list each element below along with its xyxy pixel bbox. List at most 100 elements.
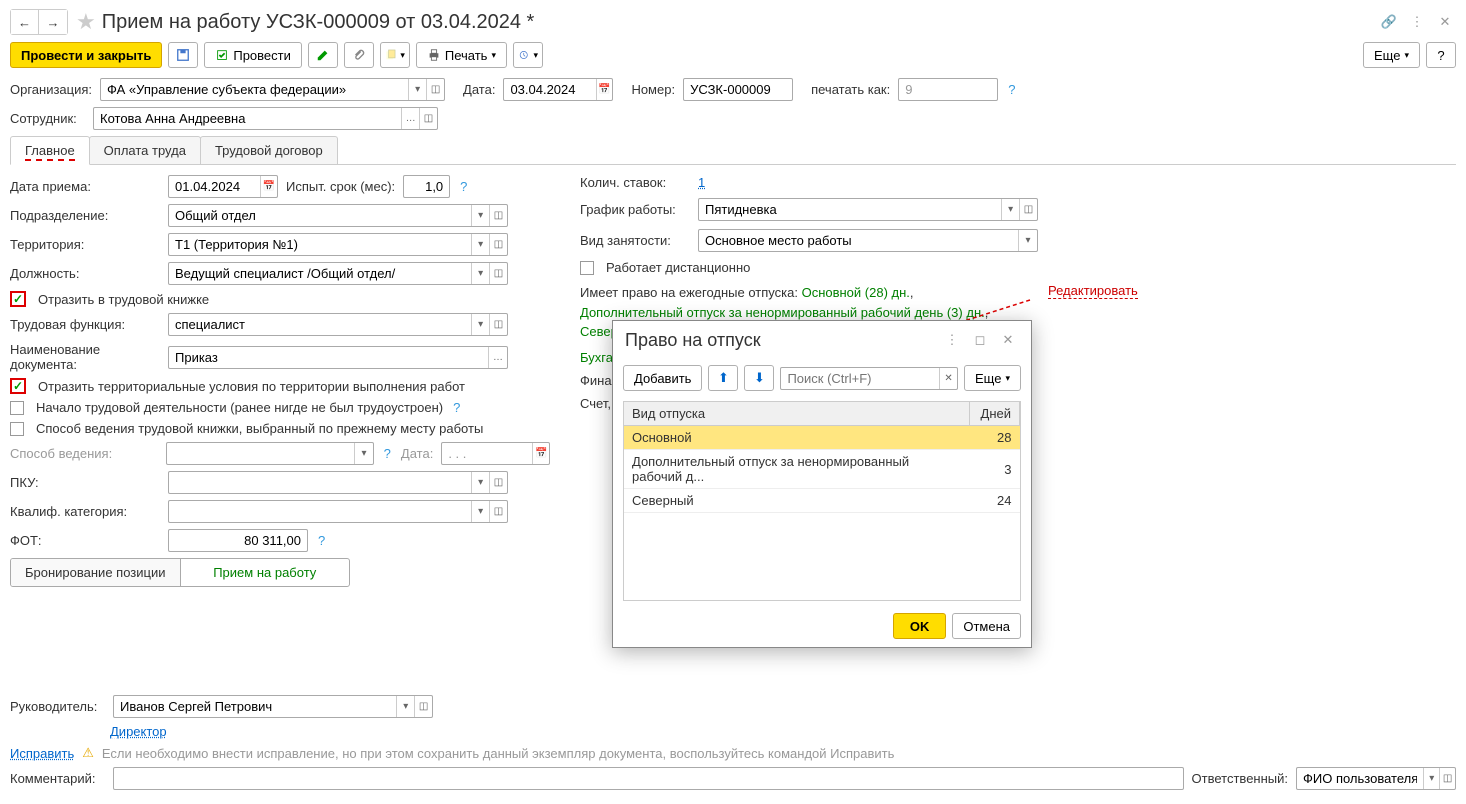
post-close-button[interactable]: Провести и закрыть (10, 42, 162, 68)
tab-payment[interactable]: Оплата труда (89, 136, 201, 164)
post-button[interactable]: Провести (204, 42, 302, 68)
first-job-checkbox[interactable] (10, 401, 24, 415)
dropdown-icon[interactable]: ▾ (471, 472, 489, 493)
open-icon[interactable]: ◫ (1439, 768, 1455, 789)
open-icon[interactable]: ◫ (1019, 199, 1037, 220)
close-icon[interactable]: ✕ (1434, 11, 1456, 33)
modal-menu-icon[interactable]: ⋮ (941, 329, 963, 351)
modal-more-button[interactable]: Еще (964, 365, 1021, 391)
dropdown-icon[interactable]: ▾ (471, 501, 489, 522)
open-icon[interactable]: ◫ (489, 314, 507, 335)
dropdown-icon[interactable]: ▾ (471, 205, 489, 226)
calendar-icon[interactable]: 📅 (260, 176, 277, 197)
action-button[interactable] (513, 42, 543, 68)
probation-field[interactable] (403, 175, 450, 198)
move-up-button[interactable]: ⬆ (708, 365, 738, 391)
table-row[interactable]: Основной28 (624, 426, 1020, 450)
reflect-workbook-checkbox[interactable] (10, 291, 26, 307)
link-icon[interactable]: 🔗 (1378, 11, 1400, 33)
back-button[interactable]: ← (11, 10, 39, 34)
doc-name-field[interactable]: … (168, 346, 508, 369)
seg-booking[interactable]: Бронирование позиции (11, 559, 181, 586)
forward-button[interactable]: → (39, 10, 67, 34)
ok-button[interactable]: OK (893, 613, 947, 639)
employment-field[interactable]: ▾ (698, 229, 1038, 252)
dropdown-icon[interactable]: ▾ (1018, 230, 1037, 251)
cancel-button[interactable]: Отмена (952, 613, 1021, 639)
territory-field[interactable]: ▾ ◫ (168, 233, 508, 256)
attach-button[interactable] (344, 42, 374, 68)
qualif-field[interactable]: ▾ ◫ (168, 500, 508, 523)
fix-link[interactable]: Исправить (10, 746, 74, 761)
number-field[interactable] (683, 78, 793, 101)
print-button[interactable]: Печать (416, 42, 507, 68)
open-icon[interactable]: ◫ (489, 234, 507, 255)
schedule-field[interactable]: ▾ ◫ (698, 198, 1038, 221)
org-field[interactable]: ▾ ◫ (100, 78, 445, 101)
modal-search[interactable]: ✕ (780, 367, 958, 390)
col-days[interactable]: Дней (970, 402, 1020, 426)
open-icon[interactable]: ◫ (426, 79, 444, 100)
ellipsis-icon[interactable]: … (488, 347, 507, 368)
pku-field[interactable]: ▾ ◫ (168, 471, 508, 494)
dropdown-icon[interactable]: ▾ (471, 263, 489, 284)
modal-maximize-icon[interactable]: ◻ (969, 329, 991, 351)
edit-vacation-link[interactable]: Редактировать (1048, 283, 1138, 299)
dropdown-icon[interactable]: ▾ (1001, 199, 1019, 220)
date-field[interactable]: 📅 (503, 78, 613, 101)
open-icon[interactable]: ◫ (489, 263, 507, 284)
table-row[interactable]: Дополнительный отпуск за ненормированный… (624, 450, 1020, 489)
seg-hire[interactable]: Прием на работу (181, 559, 350, 586)
function-field[interactable]: ▾ ◫ (168, 313, 508, 336)
help-icon[interactable]: ? (316, 533, 327, 548)
template-button[interactable] (380, 42, 410, 68)
open-icon[interactable]: ◫ (489, 501, 507, 522)
print-as-field[interactable] (898, 78, 998, 101)
modal-close-icon[interactable]: ✕ (997, 329, 1019, 351)
help-icon[interactable]: ? (451, 400, 462, 415)
responsible-field[interactable]: ▾ ◫ (1296, 767, 1456, 790)
reflect-territory-checkbox[interactable] (10, 378, 26, 394)
open-icon[interactable]: ◫ (419, 108, 437, 129)
tab-contract[interactable]: Трудовой договор (200, 136, 338, 164)
hire-date-field[interactable]: 📅 (168, 175, 278, 198)
open-icon[interactable]: ◫ (489, 205, 507, 226)
open-icon[interactable]: ◫ (489, 472, 507, 493)
dropdown-icon[interactable]: ▾ (471, 314, 489, 335)
clear-icon[interactable]: ✕ (939, 368, 957, 389)
calendar-icon[interactable]: 📅 (596, 79, 613, 100)
position-field[interactable]: ▾ ◫ (168, 262, 508, 285)
territory-label: Территория: (10, 237, 160, 252)
tab-main[interactable]: Главное (10, 136, 90, 165)
edit-button[interactable] (308, 42, 338, 68)
comment-field[interactable] (113, 767, 1184, 790)
director-link[interactable]: Директор (110, 724, 167, 739)
menu-icon[interactable]: ⋮ (1406, 11, 1428, 33)
table-row[interactable]: Северный24 (624, 489, 1020, 513)
help-button[interactable]: ? (1426, 42, 1456, 68)
col-type[interactable]: Вид отпуска (624, 402, 970, 426)
workbook-method-checkbox[interactable] (10, 422, 24, 436)
dropdown-icon[interactable]: ▾ (396, 696, 414, 717)
dept-field[interactable]: ▾ ◫ (168, 204, 508, 227)
add-button[interactable]: Добавить (623, 365, 702, 391)
dropdown-icon[interactable]: ▾ (408, 79, 426, 100)
help-icon[interactable]: ? (1006, 82, 1017, 97)
more-button[interactable]: Еще (1363, 42, 1420, 68)
manager-field[interactable]: ▾ ◫ (113, 695, 433, 718)
vacation-extra-link[interactable]: Дополнительный отпуск за ненормированный… (580, 305, 985, 320)
ellipsis-icon[interactable]: … (401, 108, 419, 129)
rates-link[interactable]: 1 (698, 175, 705, 190)
employee-field[interactable]: … ◫ (93, 107, 438, 130)
fot-field[interactable] (168, 529, 308, 552)
dropdown-icon[interactable]: ▾ (471, 234, 489, 255)
open-icon[interactable]: ◫ (414, 696, 432, 717)
favorite-icon[interactable]: ★ (76, 9, 96, 35)
move-down-button[interactable]: ⬇ (744, 365, 774, 391)
help-icon[interactable]: ? (458, 179, 469, 194)
vacation-main-link[interactable]: Основной (28) дн. (802, 285, 910, 300)
help-icon[interactable]: ? (382, 446, 393, 461)
dropdown-icon[interactable]: ▾ (1423, 768, 1439, 789)
remote-checkbox[interactable] (580, 261, 594, 275)
save-button[interactable] (168, 42, 198, 68)
